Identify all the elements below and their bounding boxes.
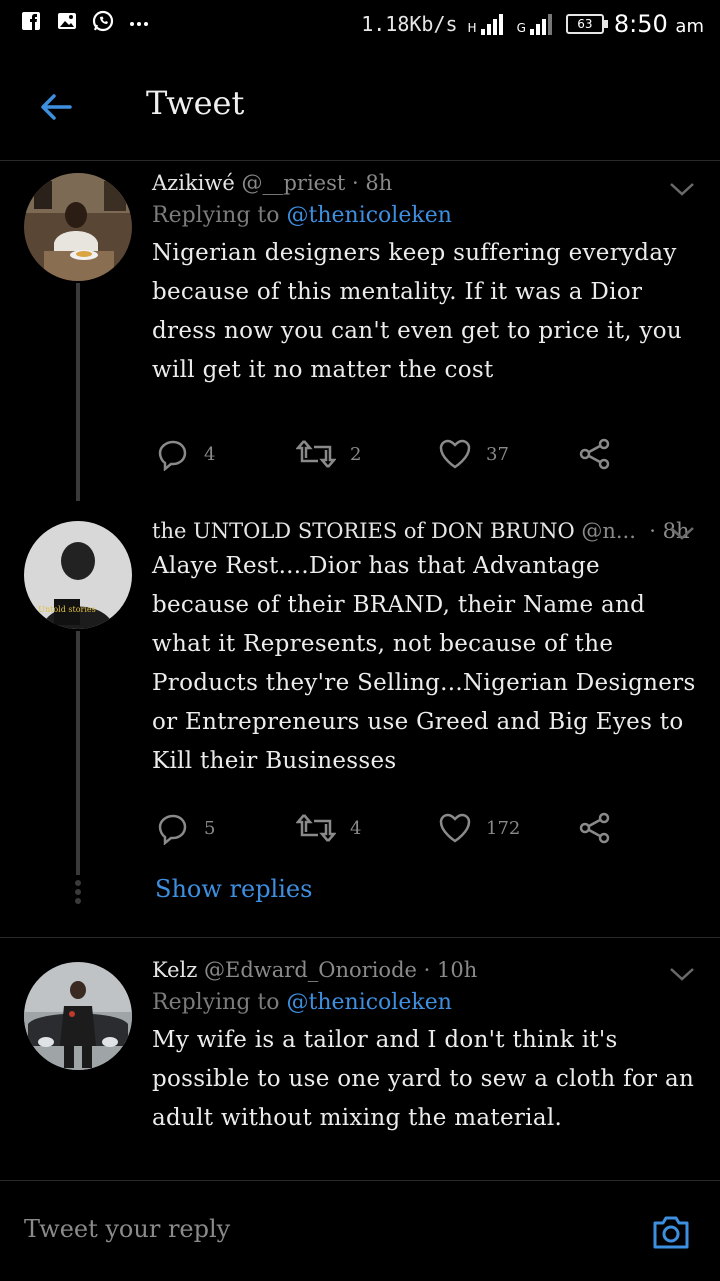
reply-bar: Tweet your reply bbox=[0, 1180, 720, 1281]
reply-icon bbox=[158, 440, 187, 471]
network-speed: 1.18Kb/s bbox=[361, 12, 458, 36]
tweet-text: Alaye Rest....Dior has that Advantage be… bbox=[152, 553, 696, 774]
author-name[interactable]: Azikiwé bbox=[152, 171, 235, 195]
share-button[interactable] bbox=[578, 437, 612, 471]
tweet-header: the UNTOLD STORIES of DON BRUNO @n... · … bbox=[152, 519, 700, 543]
like-count: 37 bbox=[486, 443, 509, 465]
app-bar: Tweet bbox=[0, 50, 720, 161]
more-notifications-icon bbox=[128, 10, 150, 32]
replying-prefix: Replying to bbox=[152, 990, 287, 1015]
tweet-time: · 10h bbox=[423, 958, 478, 982]
share-icon bbox=[579, 812, 610, 844]
tweet-actions: 5 4 172 bbox=[156, 811, 616, 851]
tweet[interactable]: Azikiwé @__priest · 8h Replying to @then… bbox=[0, 161, 720, 501]
replying-to: Replying to @thenicoleken bbox=[152, 203, 700, 228]
retweet-button[interactable]: 2 bbox=[296, 437, 361, 471]
reply-icon bbox=[158, 814, 187, 845]
replying-to-handle[interactable]: @thenicoleken bbox=[287, 990, 452, 1015]
reply-button[interactable]: 4 bbox=[156, 437, 215, 471]
thread-line bbox=[76, 631, 80, 875]
facebook-icon bbox=[20, 10, 42, 32]
author-handle[interactable]: @Edward_Onoriode bbox=[204, 958, 417, 982]
reply-count: 4 bbox=[204, 443, 216, 465]
replying-to-handle[interactable]: @thenicoleken bbox=[287, 203, 452, 228]
avatar[interactable]: Untold stories bbox=[24, 521, 132, 629]
tweet-header: Kelz @Edward_Onoriode · 10h bbox=[152, 958, 700, 982]
heart-icon bbox=[439, 813, 471, 843]
clock-time: 8:50 bbox=[613, 10, 668, 38]
replying-to: Replying to @thenicoleken bbox=[152, 990, 700, 1015]
retweet-count: 4 bbox=[350, 817, 362, 839]
author-handle[interactable]: @__priest bbox=[241, 171, 345, 195]
tweet-actions: 4 2 37 bbox=[156, 437, 616, 477]
avatar-badge-text: Untold stories bbox=[38, 605, 96, 614]
camera-icon[interactable] bbox=[650, 1211, 692, 1253]
heart-icon bbox=[439, 439, 471, 469]
back-arrow-icon[interactable] bbox=[34, 85, 78, 129]
chevron-down-icon[interactable] bbox=[668, 179, 696, 199]
page-title: Tweet bbox=[146, 84, 245, 122]
avatar[interactable] bbox=[24, 173, 132, 281]
like-count: 172 bbox=[486, 817, 521, 839]
author-name[interactable]: the UNTOLD STORIES of DON BRUNO bbox=[152, 519, 575, 543]
tweet-time: · 8h bbox=[352, 171, 393, 195]
replying-prefix: Replying to bbox=[152, 203, 287, 228]
share-icon bbox=[579, 438, 610, 470]
retweet-icon bbox=[296, 814, 336, 842]
reply-input[interactable]: Tweet your reply bbox=[24, 1215, 230, 1243]
retweet-count: 2 bbox=[350, 443, 362, 465]
tweet-header: Azikiwé @__priest · 8h bbox=[152, 171, 700, 195]
retweet-button[interactable]: 4 bbox=[296, 811, 361, 845]
sim1-label: H bbox=[467, 21, 477, 35]
gallery-icon bbox=[56, 10, 78, 32]
tweet[interactable]: Kelz @Edward_Onoriode · 10h Replying to … bbox=[0, 938, 720, 1178]
tweet-text: My wife is a tailor and I don't think it… bbox=[152, 1027, 695, 1131]
battery-level: 63 bbox=[577, 17, 593, 31]
sim2-label: G bbox=[516, 21, 526, 35]
share-button[interactable] bbox=[578, 811, 612, 845]
status-bar: 1.18Kb/s H G 63 8:50 am bbox=[0, 0, 720, 50]
tweet-text: Nigerian designers keep suffering everyd… bbox=[152, 240, 683, 383]
reply-count: 5 bbox=[204, 817, 216, 839]
reply-button[interactable]: 5 bbox=[156, 811, 215, 845]
signal-sim2-icon: G bbox=[517, 13, 556, 35]
like-button[interactable]: 37 bbox=[438, 437, 509, 471]
signal-sim1-icon: H bbox=[468, 13, 507, 35]
avatar[interactable] bbox=[24, 962, 132, 1070]
chevron-down-icon[interactable] bbox=[668, 523, 696, 543]
author-name[interactable]: Kelz bbox=[152, 958, 197, 982]
thread-line bbox=[76, 283, 80, 501]
clock-ampm: am bbox=[675, 16, 704, 37]
show-replies-link[interactable]: Show replies bbox=[155, 875, 312, 903]
chevron-down-icon[interactable] bbox=[668, 964, 696, 984]
clock: 8:50 am bbox=[614, 10, 704, 38]
battery-icon: 63 bbox=[565, 14, 608, 34]
tweet[interactable]: Untold stories the UNTOLD STORIES of DON… bbox=[0, 501, 720, 937]
retweet-icon bbox=[296, 440, 336, 468]
like-button[interactable]: 172 bbox=[438, 811, 520, 845]
more-replies-dots-icon bbox=[74, 879, 82, 909]
author-handle[interactable]: @n... bbox=[581, 519, 636, 543]
whatsapp-icon bbox=[92, 10, 114, 32]
